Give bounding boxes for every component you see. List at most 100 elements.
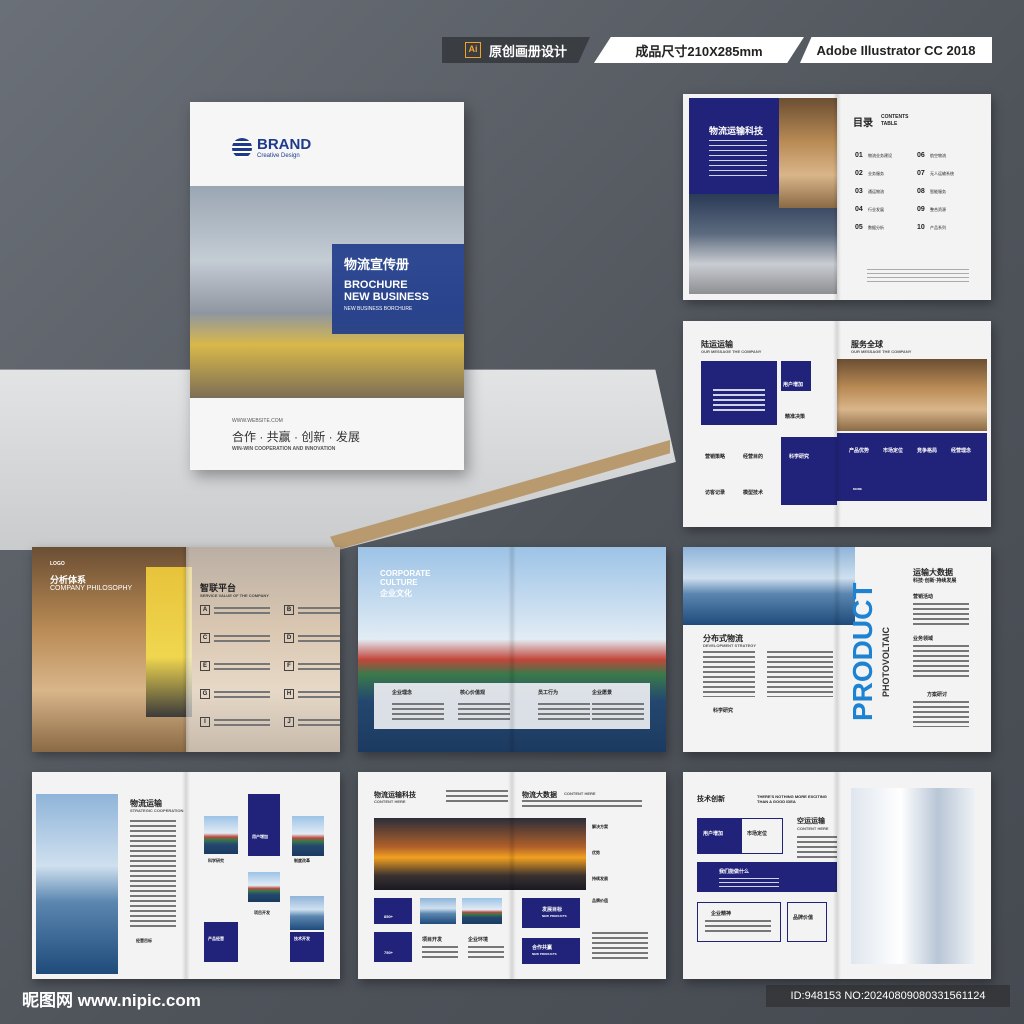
- spread2-more: MORE: [853, 487, 862, 491]
- cargo-ship-photo: [683, 547, 855, 625]
- brand-name: BRAND: [257, 136, 312, 153]
- spread5-photovoltaic: PHOTOVOLTAIC: [881, 627, 891, 698]
- spread7-item-2: 持续发展: [592, 876, 608, 881]
- cover-title-en1: BROCHURE: [344, 279, 408, 291]
- toc-item-label: 物流业务建设: [868, 153, 892, 158]
- letter-text-lines: [214, 663, 270, 673]
- spread6-label-4: 产品经营: [208, 936, 224, 941]
- size-tag: 成品尺寸210X285mm: [594, 37, 804, 63]
- cover-slogan: 合作 · 共赢 · 创新 · 发展: [232, 430, 360, 444]
- toc-en2: TABLE: [881, 121, 898, 127]
- spread-product: 分布式物流 DEVELOPMENT STRATEGY 科学研究 PRODUCT …: [683, 547, 991, 752]
- spread7-num-1: 750+: [384, 950, 394, 955]
- spread3-right-sub: SERVICE VALUE OF THE COMPANY: [200, 593, 269, 598]
- spread4-title-en2: CULTURE: [380, 578, 418, 587]
- illustrator-icon: Ai: [464, 42, 481, 58]
- spread7-label-en-1: NEW PRODUCTS: [532, 952, 557, 956]
- spread2-label-4: 科学研究: [789, 454, 810, 460]
- spread2-label-1: 精准决策: [785, 414, 806, 420]
- image-id-text: ID:948153 NO:20240809080331561124: [790, 990, 986, 1002]
- spread8-label-0: 用户增加: [703, 831, 724, 837]
- spread-cooperation: 物流运输 STRATEGIC COOPERATION 用户增加 科学研究 制度改…: [32, 772, 340, 979]
- spread2-label-0: 用户增加: [783, 382, 804, 388]
- letter-text-lines: [214, 691, 270, 701]
- toc-item-num: 05: [855, 224, 863, 231]
- spread2-label-2: 营销策略: [705, 454, 726, 460]
- sea-cargo-photo: [36, 794, 118, 974]
- spread4-item-3: 企业愿景: [592, 690, 613, 696]
- spread-culture: CORPORATE CULTURE 企业文化 企业理念 核心价值观 员工行为 企…: [358, 547, 666, 752]
- spread7-num-0: 850+: [384, 914, 394, 919]
- letter-badge: G: [200, 689, 210, 699]
- letter-badge: E: [200, 661, 210, 671]
- spread6-label-6: 经营目标: [136, 938, 152, 943]
- letter-badge: A: [200, 605, 210, 615]
- spread7-label-en-0: NEW PRODUCTS: [542, 914, 567, 918]
- toc-item-label: 行业发展: [868, 207, 884, 212]
- spread5-item-0: 营销活动: [913, 594, 934, 600]
- cover-title-band: 物流宣传册 BROCHURE NEW BUSINESS NEW BUSINESS…: [332, 244, 464, 334]
- spread7-item-0: 解决方案: [592, 824, 608, 829]
- letter-text-lines: [214, 607, 270, 617]
- spread7-right-title: 物流大数据: [522, 792, 557, 799]
- brochure-cover: BRAND Creative Design 物流宣传册 BROCHURE NEW…: [190, 102, 464, 470]
- toc-item-label: 通运物流: [868, 189, 884, 194]
- spread3-logo: LOGO: [50, 561, 65, 567]
- cover-title-en2: NEW BUSINESS: [344, 291, 429, 303]
- letter-badge: B: [284, 605, 294, 615]
- spread4-title-cn: 企业文化: [380, 589, 412, 598]
- toc-item-num: 08: [917, 188, 925, 195]
- spread3-title-en: COMPANY PHILOSOPHY: [50, 585, 133, 592]
- spread-services: 陆运运输 OUR MESSAGE THE COMPANY 用户增加 精准决策 营…: [683, 321, 991, 527]
- spread2-right-sub: OUR MESSAGE THE COMPANY: [851, 349, 912, 354]
- format-tag: Ai 原创画册设计: [442, 37, 590, 63]
- letter-text-lines: [214, 635, 270, 645]
- toc-item-label: 数据分析: [868, 225, 884, 230]
- spread8-label-4: 品牌价值: [793, 915, 814, 921]
- spread5-right-sub: 科技·创新·持续发展: [913, 578, 957, 584]
- spread8-label-1: 市场定位: [747, 831, 768, 837]
- toc-item-label: 智能服务: [930, 189, 946, 194]
- cover-title-cn: 物流宣传册: [344, 257, 410, 272]
- spread6-label-1: 科学研究: [208, 858, 224, 863]
- image-id-watermark: ID:948153 NO:20240809080331561124: [766, 985, 1010, 1007]
- spread2-label-6: 模型技术: [743, 490, 764, 496]
- letter-badge: I: [200, 717, 210, 727]
- spread8-title: 技术创新: [697, 796, 725, 803]
- toc-item-num: 09: [917, 206, 925, 213]
- letter-badge: F: [284, 661, 294, 671]
- trucks-photo: [851, 788, 975, 964]
- cover-title-small: NEW BUSINESS BORCHURE: [344, 306, 413, 312]
- spread-contents: 物流运输科技 目录 CONTENTS TABLE 01 物流业务建设 02 业务服务 0…: [683, 94, 991, 300]
- letter-text-lines: [298, 719, 340, 729]
- letter-badge: J: [284, 717, 294, 727]
- letter-text-lines: [298, 691, 340, 701]
- format-tag-label: 原创画册设计: [488, 43, 567, 59]
- forklift-shape: [146, 567, 192, 717]
- spread8-label-2: 我们能做什么: [719, 869, 750, 875]
- spread2-left-sub: OUR MESSAGE THE COMPANY: [701, 349, 762, 354]
- spread6-label-5: 技术开发: [294, 936, 310, 941]
- spread8-label-3: 企业精神: [711, 911, 732, 917]
- spread2-right-label-2: 竞争格局: [917, 448, 938, 454]
- size-tag-label: 成品尺寸210X285mm: [635, 43, 763, 59]
- spread2-label-5: 访客记录: [705, 490, 726, 496]
- brand-logo: BRAND Creative Design: [232, 136, 311, 159]
- spread5-item-2: 方案研讨: [927, 692, 948, 698]
- toc-item-num: 03: [855, 188, 863, 195]
- letter-text-lines: [298, 607, 340, 617]
- spread2-right-label-1: 市场定位: [883, 448, 904, 454]
- spread7-item-1: 优势: [592, 850, 600, 855]
- spread-innovation: 技术创新 THERE'S NOTHING MORE EXCITING THAN …: [683, 772, 991, 979]
- spread5-item-3: 科学研究: [713, 708, 734, 714]
- nipic-watermark: 昵图网 www.nipic.com: [22, 991, 201, 1010]
- shelves-photo: [779, 98, 837, 208]
- toc-item-label: 航空物流: [930, 153, 946, 158]
- sunset-port-photo: [374, 818, 586, 890]
- toc-item-num: 07: [917, 170, 925, 177]
- spread5-left-sub: DEVELOPMENT STRATEGY: [703, 643, 757, 648]
- spread7-item-3: 品牌价值: [592, 898, 608, 903]
- spread7-label-0: 发展目标: [542, 907, 563, 913]
- toc-item-label: 整合资源: [930, 207, 946, 212]
- spread4-title-en1: CORPORATE: [380, 569, 431, 578]
